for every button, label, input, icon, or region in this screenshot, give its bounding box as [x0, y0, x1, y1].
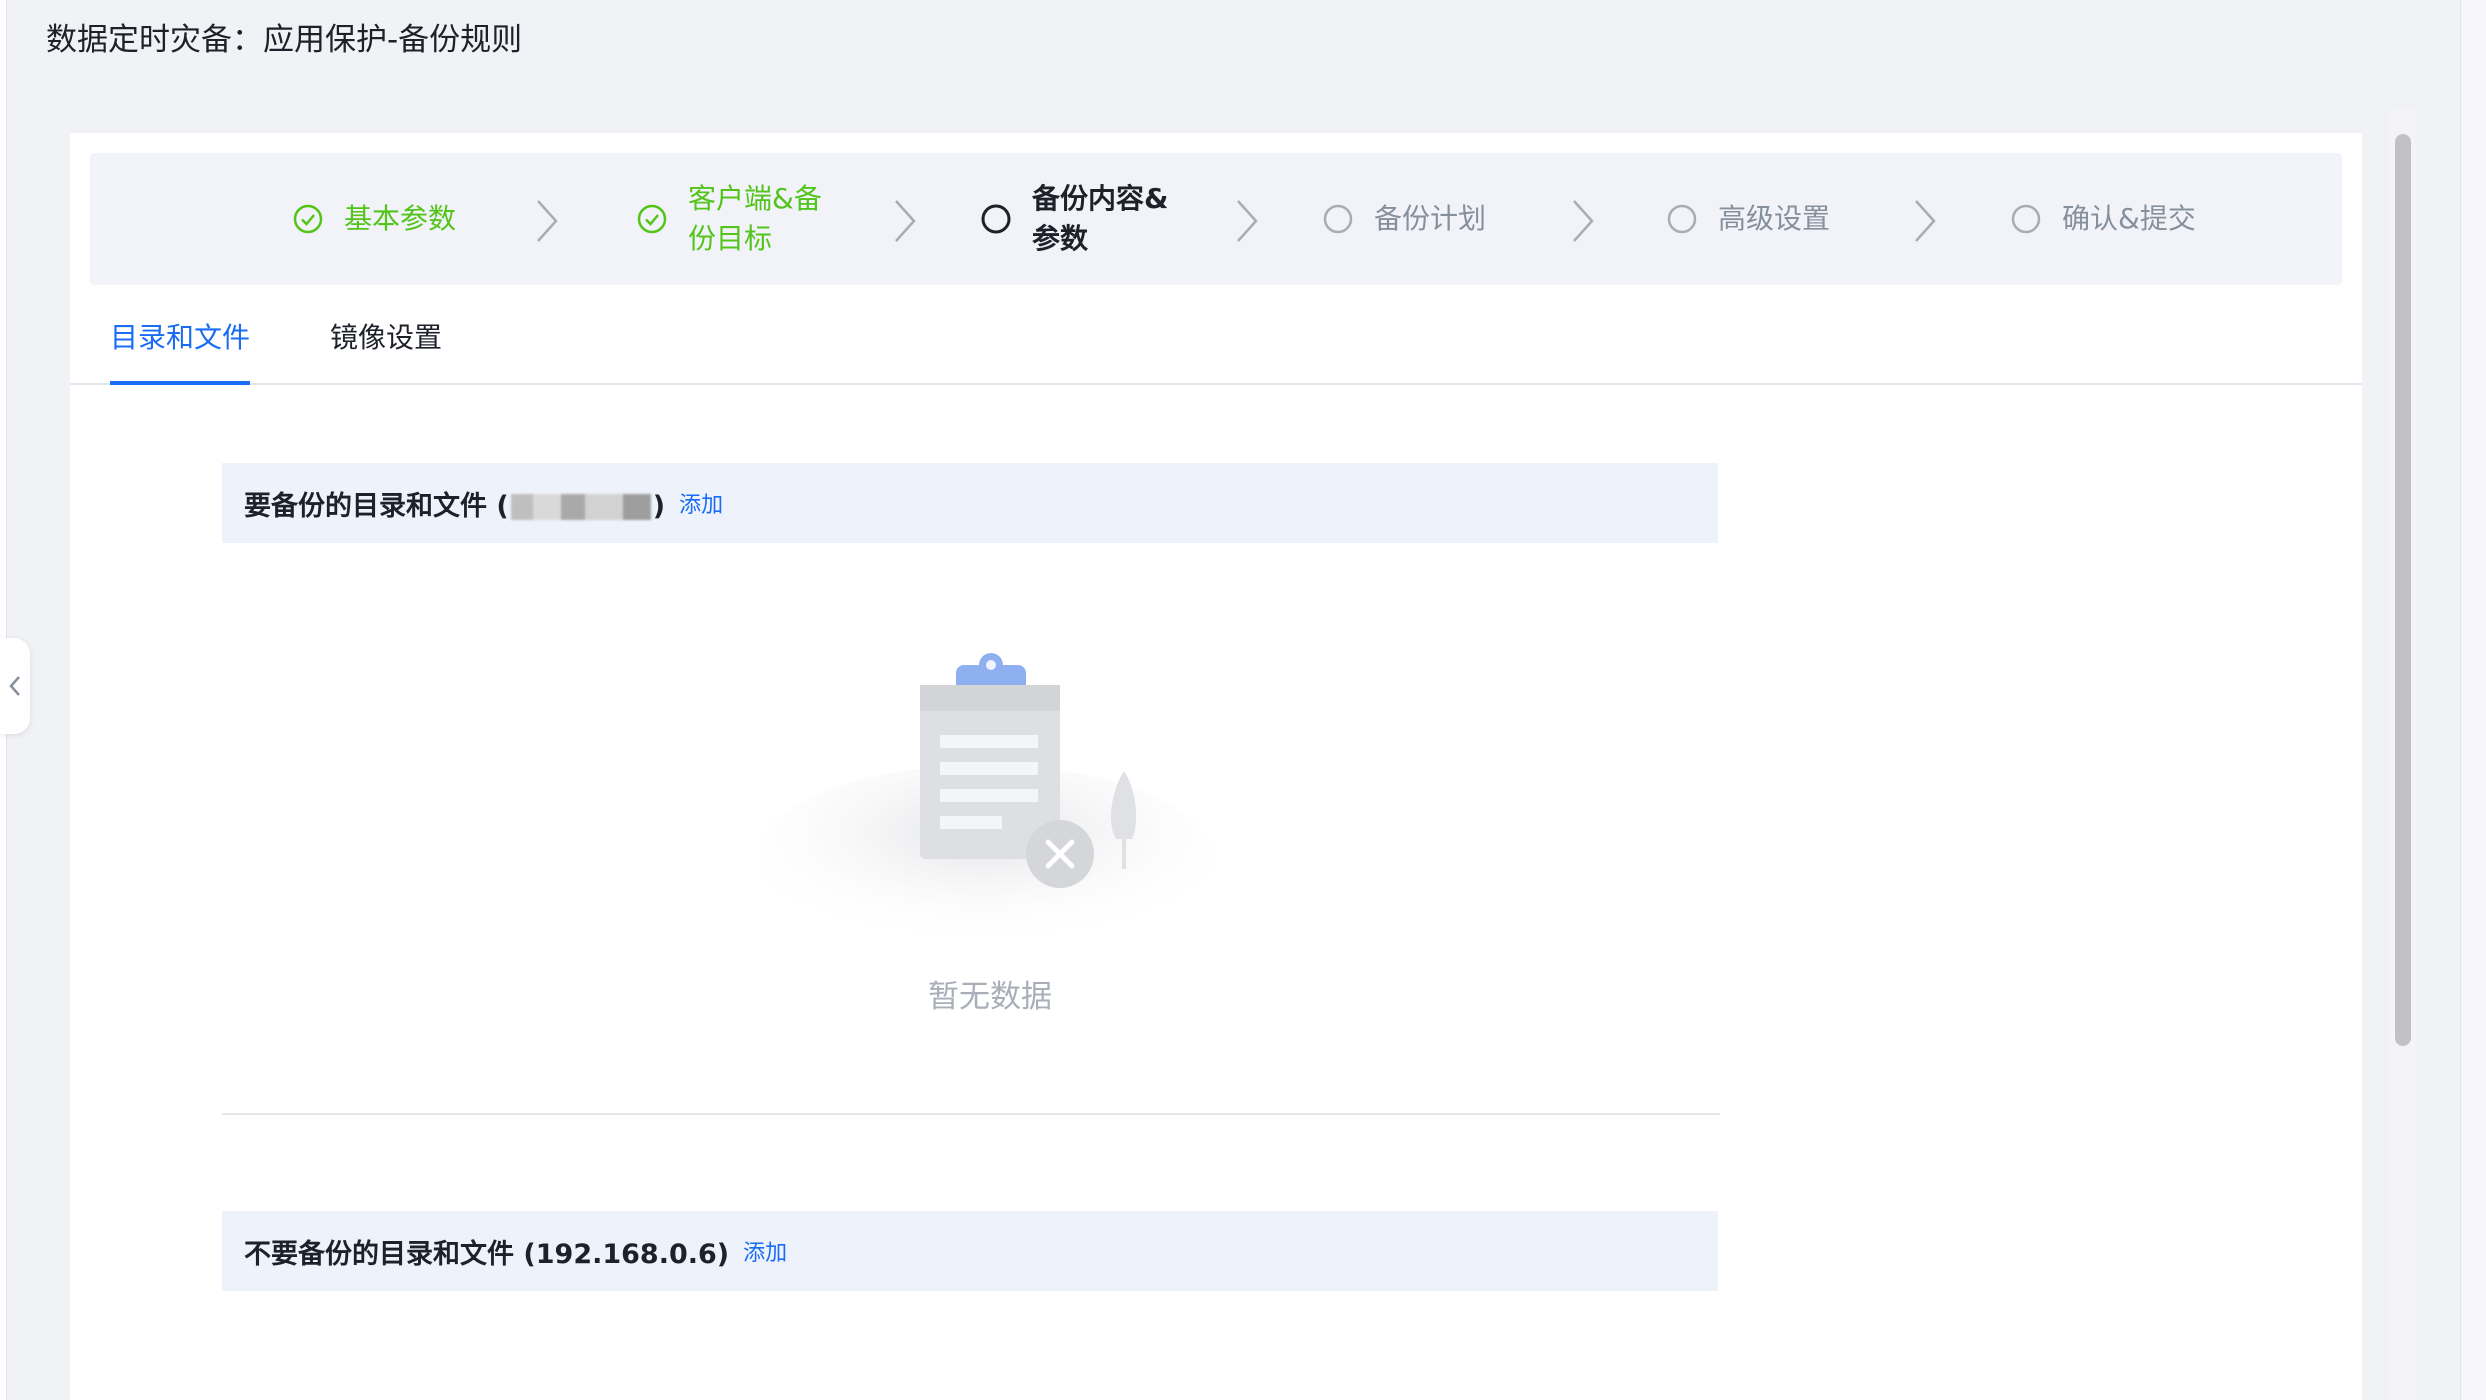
tab-image-settings[interactable]: 镜像设置 [330, 311, 442, 383]
step-client-target[interactable]: 客户端&备份目标 [636, 153, 838, 285]
circle-icon [1323, 204, 1353, 234]
step-label: 高级设置 [1718, 202, 1831, 235]
step-advanced-settings[interactable]: 高级设置 [1666, 153, 1830, 285]
step-backup-plan[interactable]: 备份计划 [1322, 153, 1486, 285]
chevron-right-icon [1573, 200, 1594, 242]
include-section-title: 要备份的目录和文件 () [244, 490, 666, 522]
circle-icon [2011, 204, 2041, 234]
content-tabs: 目录和文件 镜像设置 [70, 311, 2362, 385]
chevron-right-icon [537, 200, 558, 242]
step-backup-content[interactable]: 备份内容&参数 [980, 153, 1182, 285]
circle-icon [1667, 204, 1697, 234]
include-add-link[interactable]: 添加 [679, 487, 723, 519]
vertical-scrollbar[interactable] [2390, 110, 2416, 1400]
exclude-add-link[interactable]: 添加 [743, 1235, 787, 1267]
exclude-section-header: 不要备份的目录和文件 (192.168.0.6) 添加 [222, 1211, 1718, 1291]
main-card: 基本参数 客户端&备份目标 备份内容&参数 备份计划 高级设置 确认&提交 目录… [70, 133, 2362, 1400]
right-frame-edge [2460, 0, 2486, 1400]
scrollbar-thumb[interactable] [2395, 134, 2411, 1046]
section-divider [222, 1113, 1720, 1115]
step-label: 确认&提交 [2062, 202, 2196, 235]
step-label: 备份计划 [1374, 202, 1487, 235]
step-confirm-submit[interactable]: 确认&提交 [2010, 153, 2196, 285]
redacted-address [510, 494, 651, 520]
step-label: 备份内容&参数 [1032, 182, 1169, 255]
step-label: 基本参数 [344, 202, 457, 235]
check-circle-icon [293, 204, 323, 234]
tab-directories-files[interactable]: 目录和文件 [110, 311, 251, 385]
step-basic-params[interactable]: 基本参数 [292, 153, 456, 285]
chevron-right-icon [1915, 200, 1936, 242]
empty-state-text: 暂无数据 [928, 979, 1052, 1015]
check-circle-icon [637, 204, 667, 234]
circle-icon [981, 204, 1011, 234]
page-title: 数据定时灾备：应用保护-备份规则 [46, 22, 523, 58]
exclude-section-title: 不要备份的目录和文件 (192.168.0.6) [244, 1238, 730, 1270]
step-navigation: 基本参数 客户端&备份目标 备份内容&参数 备份计划 高级设置 确认&提交 [90, 153, 2342, 285]
chevron-right-icon [1237, 200, 1258, 242]
include-section-header: 要备份的目录和文件 () 添加 [222, 463, 1718, 543]
sidebar-collapse-handle[interactable] [0, 638, 30, 734]
chevron-right-icon [895, 200, 916, 242]
chevron-left-icon [9, 676, 20, 696]
step-label: 客户端&备份目标 [688, 182, 822, 255]
